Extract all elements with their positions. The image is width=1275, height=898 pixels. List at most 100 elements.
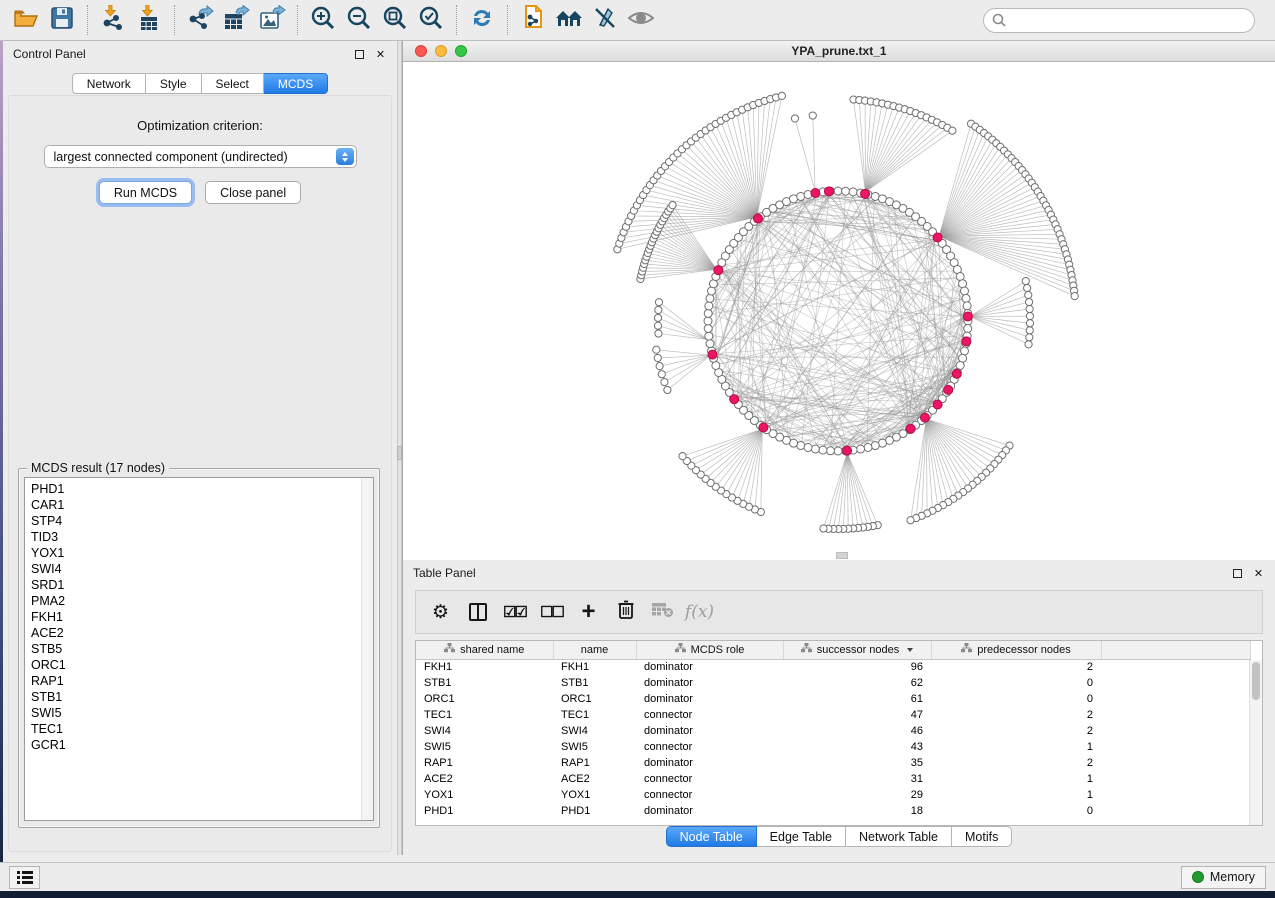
table-delete-icon — [652, 602, 674, 623]
import-network-button[interactable] — [95, 3, 131, 37]
criterion-select[interactable]: largest connected component (undirected) — [44, 145, 357, 168]
function-builder-button[interactable]: f(x) — [681, 594, 718, 630]
result-node-item[interactable]: TID3 — [31, 529, 373, 545]
float-panel-icon[interactable] — [353, 48, 366, 61]
table-row[interactable]: FKH1 FKH1 dominator 96 2 — [416, 659, 1251, 675]
result-node-item[interactable]: FKH1 — [31, 609, 373, 625]
column-header-mcds-role[interactable]: MCDS role — [636, 641, 783, 659]
main-toolbar — [0, 0, 1275, 41]
tab-mcds[interactable]: MCDS — [264, 73, 328, 94]
network-graph[interactable] — [403, 62, 1273, 560]
deselect-all-button[interactable]: ☐☐ — [533, 594, 570, 630]
tab-network[interactable]: Network — [72, 73, 146, 94]
close-panel-icon[interactable]: ✕ — [1252, 567, 1265, 580]
column-header-name[interactable]: name — [553, 641, 636, 659]
result-node-item[interactable]: YOX1 — [31, 545, 373, 561]
table-scrollbar[interactable] — [1249, 660, 1262, 825]
show-details-button[interactable] — [623, 3, 659, 37]
table-row[interactable]: TEC1 TEC1 connector 47 2 — [416, 707, 1251, 723]
column-header-successor-nodes[interactable]: successor nodes — [783, 641, 931, 659]
hierarchy-icon — [961, 643, 972, 656]
zoom-in-button[interactable] — [305, 3, 341, 37]
table-row[interactable]: ORC1 ORC1 dominator 61 0 — [416, 691, 1251, 707]
memory-status-icon — [1192, 871, 1204, 883]
result-node-item[interactable]: SWI4 — [31, 561, 373, 577]
table-panel: Table Panel ✕ ⚙ ☑☑ ☐☐ + f(x) shared name — [402, 560, 1275, 855]
application-window: Control Panel ✕ Network Style Select MCD… — [0, 0, 1275, 891]
search-field[interactable] — [983, 8, 1255, 33]
memory-button[interactable]: Memory — [1181, 866, 1266, 889]
zoom-out-button[interactable] — [341, 3, 377, 37]
column-header-predecessor-nodes[interactable]: predecessor nodes — [931, 641, 1101, 659]
result-node-item[interactable]: STP4 — [31, 513, 373, 529]
table-panel-title: Table Panel — [413, 566, 476, 580]
export-network-button[interactable] — [182, 3, 218, 37]
table-row[interactable]: ACE2 ACE2 connector 31 1 — [416, 771, 1251, 787]
add-column-button[interactable]: + — [570, 594, 607, 630]
export-table-button[interactable] — [218, 3, 254, 37]
delete-column-button[interactable] — [607, 594, 644, 630]
tab-network-table[interactable]: Network Table — [846, 826, 952, 847]
result-node-item[interactable]: STB5 — [31, 641, 373, 657]
result-node-item[interactable]: GCR1 — [31, 737, 373, 753]
select-all-button[interactable]: ☑☑ — [496, 594, 533, 630]
mcds-result-list[interactable]: PHD1CAR1STP4TID3YOX1SWI4SRD1PMA2FKH1ACE2… — [24, 477, 374, 821]
result-list-scrollbar[interactable] — [361, 478, 373, 820]
result-node-item[interactable]: SWI5 — [31, 705, 373, 721]
close-panel-icon[interactable]: ✕ — [374, 48, 387, 61]
show-columns-button[interactable] — [459, 594, 496, 630]
table-options-button[interactable]: ⚙ — [422, 594, 459, 630]
control-panel-title: Control Panel — [13, 47, 86, 61]
result-node-item[interactable]: SRD1 — [31, 577, 373, 593]
result-node-item[interactable]: PMA2 — [31, 593, 373, 609]
float-panel-icon[interactable] — [1231, 567, 1244, 580]
table-row[interactable]: RAP1 RAP1 dominator 35 2 — [416, 755, 1251, 771]
tab-edge-table[interactable]: Edge Table — [757, 826, 846, 847]
result-node-item[interactable]: TEC1 — [31, 721, 373, 737]
result-node-item[interactable]: ACE2 — [31, 625, 373, 641]
zoom-fit-button[interactable] — [377, 3, 413, 37]
table-row[interactable]: PHD1 PHD1 dominator 18 0 — [416, 803, 1251, 819]
apply-layout-button[interactable] — [464, 3, 500, 37]
result-node-item[interactable]: CAR1 — [31, 497, 373, 513]
network-canvas[interactable] — [403, 62, 1275, 560]
table-row[interactable]: STB1 STB1 dominator 62 0 — [416, 675, 1251, 691]
export-network-icon — [186, 5, 214, 36]
hierarchy-icon — [675, 643, 686, 656]
zoom-selected-button[interactable] — [413, 3, 449, 37]
close-panel-button[interactable]: Close panel — [205, 181, 301, 204]
task-history-button[interactable] — [9, 866, 40, 889]
open-file-button[interactable] — [8, 3, 44, 37]
table-row[interactable]: SWI4 SWI4 dominator 46 2 — [416, 723, 1251, 739]
column-header-shared-name[interactable]: shared name — [416, 641, 553, 659]
scrollbar-thumb[interactable] — [1252, 662, 1260, 700]
plus-icon: + — [581, 602, 595, 621]
save-session-button[interactable] — [44, 3, 80, 37]
network-window-titlebar[interactable]: YPA_prune.txt_1 — [403, 41, 1275, 62]
table-toolbar: ⚙ ☑☑ ☐☐ + f(x) — [415, 590, 1263, 634]
table-row[interactable]: SWI5 SWI5 connector 43 1 — [416, 739, 1251, 755]
columns-icon — [469, 603, 487, 621]
import-table-button[interactable] — [131, 3, 167, 37]
task-list-icon — [17, 871, 33, 884]
first-neighbors-button[interactable] — [551, 3, 587, 37]
horizontal-splitter-handle[interactable] — [836, 552, 848, 559]
tab-select[interactable]: Select — [202, 73, 264, 94]
network-file-icon — [520, 4, 546, 37]
tab-motifs[interactable]: Motifs — [952, 826, 1012, 847]
result-node-item[interactable]: RAP1 — [31, 673, 373, 689]
tab-node-table[interactable]: Node Table — [666, 826, 757, 847]
result-node-item[interactable]: STB1 — [31, 689, 373, 705]
result-node-item[interactable]: PHD1 — [31, 481, 373, 497]
node-table: shared name name MCDS role successor nod… — [415, 640, 1263, 826]
result-node-item[interactable]: ORC1 — [31, 657, 373, 673]
table-row[interactable]: YOX1 YOX1 connector 29 1 — [416, 787, 1251, 803]
search-input[interactable] — [1011, 13, 1246, 27]
delete-table-button[interactable] — [644, 594, 681, 630]
run-mcds-button[interactable]: Run MCDS — [99, 181, 192, 204]
toolbar-separator — [87, 5, 88, 35]
tab-style[interactable]: Style — [146, 73, 202, 94]
hide-annotations-button[interactable] — [587, 3, 623, 37]
new-network-button[interactable] — [515, 3, 551, 37]
export-image-button[interactable] — [254, 3, 290, 37]
